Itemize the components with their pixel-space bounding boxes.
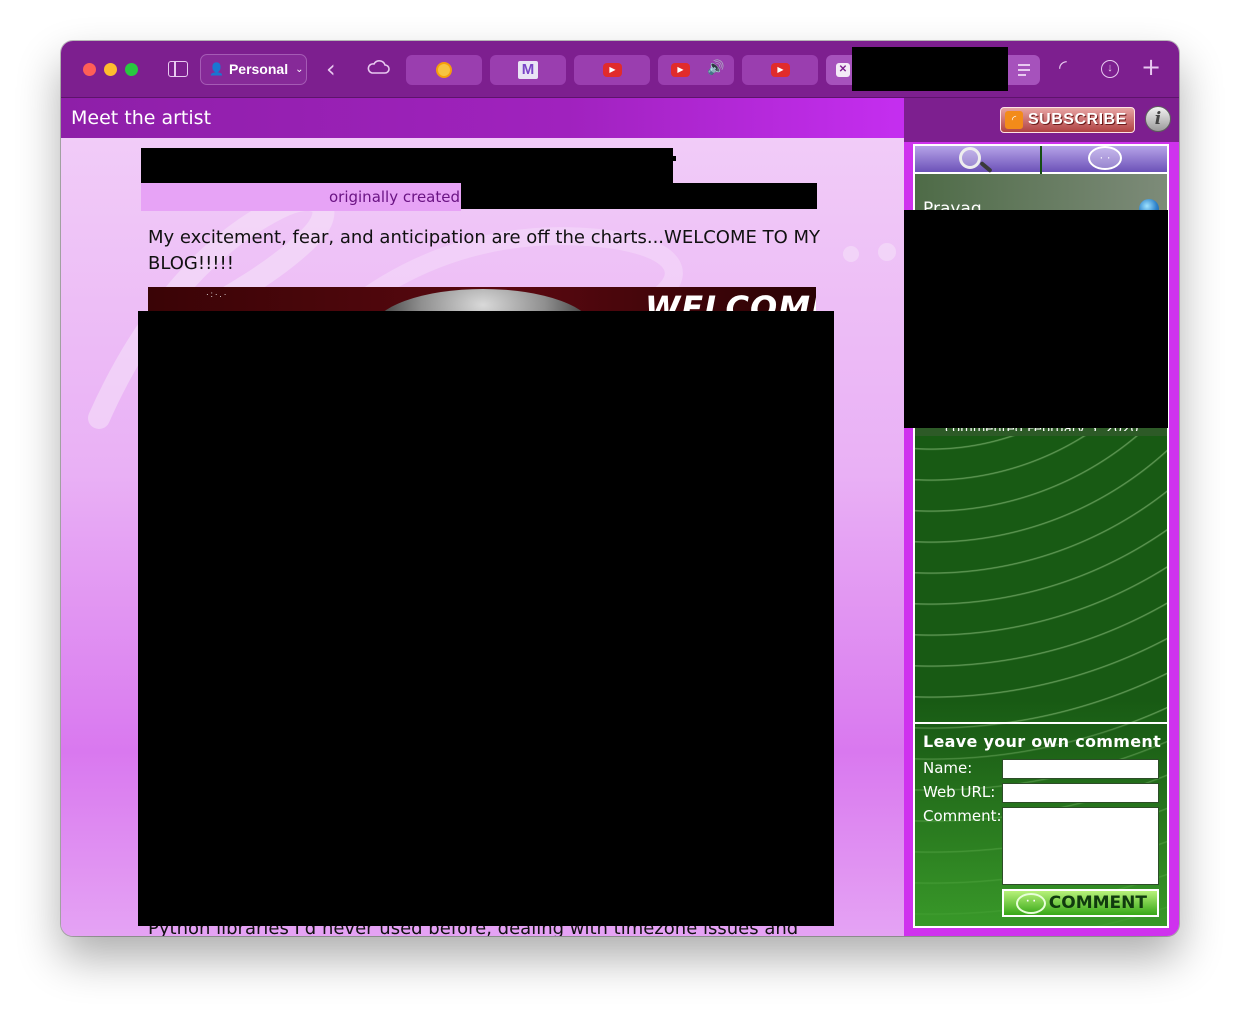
web-url-label: Web URL:	[923, 783, 996, 801]
speech-bubble-icon: · ·	[1088, 146, 1122, 170]
minimize-window-button[interactable]	[104, 63, 117, 76]
comment-submit-label: COMMENT	[1048, 893, 1147, 913]
main-column: Meet the artist originally created My ex…	[61, 98, 904, 936]
youtube-icon: ▶	[771, 63, 790, 77]
person-icon: 👤	[209, 62, 224, 76]
tab-1[interactable]	[406, 55, 482, 85]
tab-4[interactable]: ▶ 🔊	[658, 55, 734, 85]
blog-title-bar: Meet the artist	[61, 98, 904, 138]
new-tab-plus-icon[interactable]: +	[1141, 53, 1161, 81]
dome-graphic	[373, 289, 593, 313]
comment-label: Comment:	[923, 807, 1002, 825]
tab-3[interactable]: ▶	[574, 55, 650, 85]
tab-comments[interactable]: · ·	[1042, 146, 1167, 174]
reader-list-icon[interactable]	[1008, 55, 1040, 85]
info-button[interactable]: i	[1145, 106, 1171, 132]
subscribe-label: SUBSCRIBE	[1028, 111, 1127, 128]
panel-tabs: · ·	[915, 146, 1167, 174]
comment-form: Leave your own comment Name: Web URL: Co…	[915, 722, 1167, 926]
redacted-comment-body	[904, 210, 1168, 428]
zoom-window-button[interactable]	[125, 63, 138, 76]
tab-2[interactable]: M	[490, 55, 566, 85]
comment-field[interactable]	[1002, 807, 1159, 885]
back-button[interactable]: ‹	[326, 55, 336, 83]
youtube-icon: ▶	[671, 63, 690, 77]
redacted-tab-title	[852, 47, 1008, 91]
youtube-icon: ▶	[603, 63, 622, 77]
welcome-image-text: WELCOME	[645, 289, 816, 313]
cloud-icon[interactable]	[366, 59, 390, 75]
browser-toolbar: 👤 Personal ⌄ ‹ M ▶ ▶ 🔊 ▶ ✕ ◜ ↓ +	[61, 41, 1179, 98]
comment-submit-button[interactable]: · · COMMENT	[1002, 889, 1159, 917]
form-title: Leave your own comment	[923, 732, 1162, 751]
chrome-like-icon	[436, 62, 452, 78]
chevron-down-icon: ⌄	[295, 64, 304, 75]
page-title: Meet the artist	[71, 107, 212, 129]
redacted-post-body	[138, 311, 834, 926]
speech-bubble-icon: · ·	[1016, 893, 1046, 914]
sidebar-toggle-icon[interactable]	[168, 61, 188, 77]
sparkle-icon: ·:·.·	[206, 290, 229, 299]
rss-icon[interactable]: ◜	[1059, 55, 1067, 79]
magnifier-handle-icon	[979, 160, 993, 174]
originally-created-label: originally created	[141, 183, 461, 211]
redacted-created-date	[461, 183, 817, 209]
tab-5[interactable]: ▶	[742, 55, 818, 85]
comment-header: Prayag	[915, 174, 1167, 219]
speaker-icon[interactable]: 🔊	[707, 60, 724, 76]
redacted-post-title	[141, 148, 673, 184]
tab-active[interactable]: ✕	[826, 47, 1008, 91]
mail-icon: M	[518, 61, 538, 79]
name-label: Name:	[923, 759, 973, 777]
subscribe-button[interactable]: ◜ SUBSCRIBE	[1000, 107, 1135, 133]
web-url-field[interactable]	[1002, 783, 1159, 803]
welcome-image: ·:·.· WELCOME	[148, 287, 816, 313]
rss-icon: ◜	[1005, 111, 1023, 129]
post-intro: My excitement, fear, and anticipation ar…	[148, 227, 821, 274]
tab-search[interactable]	[915, 146, 1040, 174]
sidebar-header: ◜ SUBSCRIBE i	[904, 98, 1179, 142]
browser-window: 👤 Personal ⌄ ‹ M ▶ ▶ 🔊 ▶ ✕ ◜ ↓ + Meet th…	[61, 41, 1179, 936]
close-window-button[interactable]	[83, 63, 96, 76]
profile-label: Personal	[228, 61, 289, 77]
magnifier-icon	[959, 147, 981, 169]
profile-button[interactable]: 👤 Personal ⌄	[200, 54, 307, 85]
close-icon[interactable]: ✕	[836, 63, 850, 77]
download-icon[interactable]: ↓	[1101, 60, 1119, 78]
redacted-post-title-tip	[671, 156, 676, 161]
name-field[interactable]	[1002, 759, 1159, 779]
